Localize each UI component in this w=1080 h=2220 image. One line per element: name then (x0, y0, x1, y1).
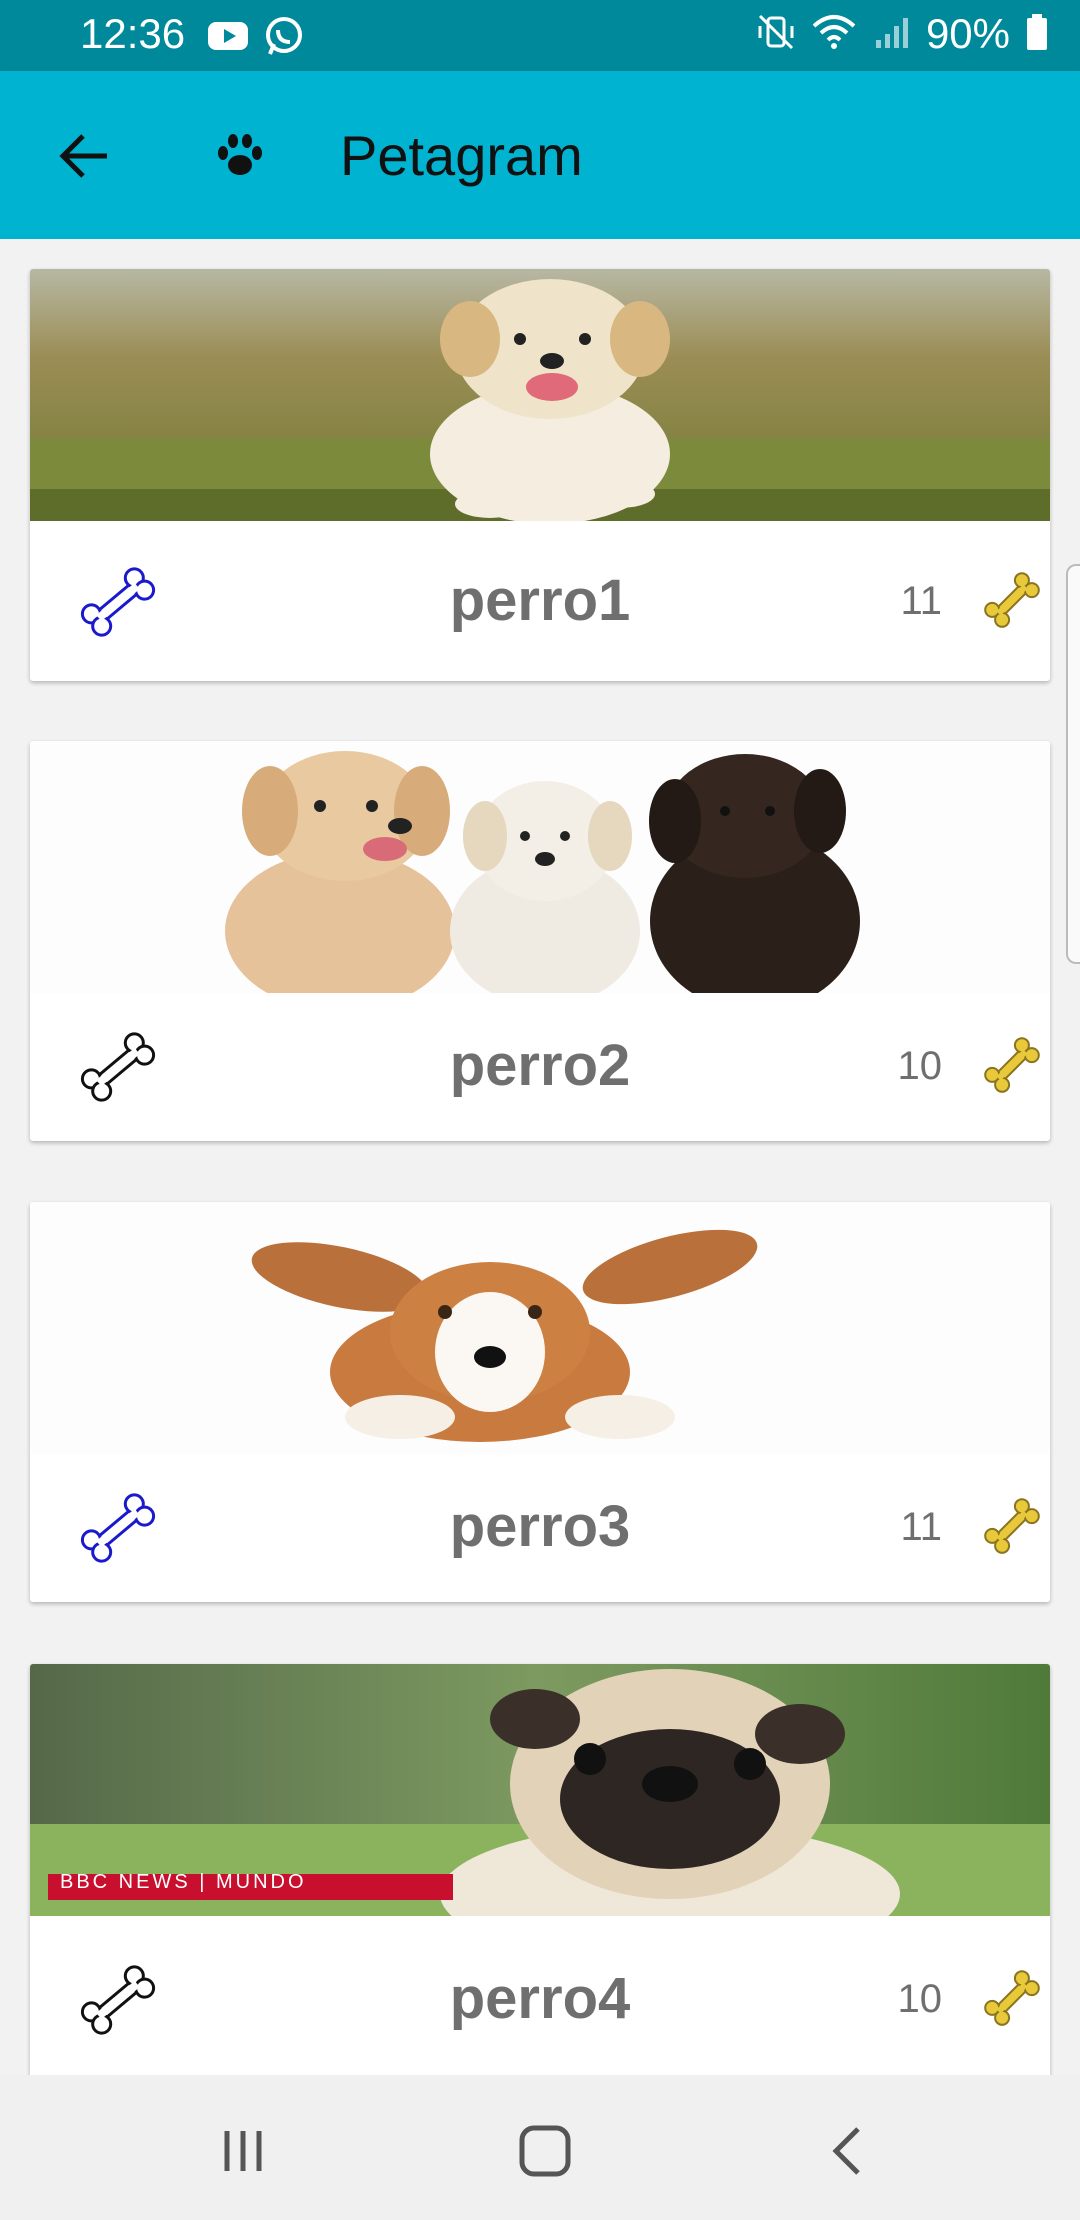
nav-back-button[interactable] (808, 2111, 888, 2191)
home-icon (519, 2125, 571, 2177)
mute-vibrate-icon (756, 12, 796, 57)
recents-button[interactable] (203, 2111, 283, 2191)
notification-icons (206, 14, 306, 63)
golden-puppy-running-photo (30, 269, 1050, 521)
like-count: 10 (897, 1977, 943, 2021)
pet-card[interactable]: perro2 10 (30, 741, 1050, 1141)
wifi-icon (810, 12, 858, 57)
paw-icon[interactable] (215, 133, 265, 179)
battery-icon (1024, 12, 1050, 57)
gold-bone-icon (984, 1037, 1040, 1093)
signal-icon (872, 12, 912, 57)
pet-card[interactable]: perro1 11 (30, 269, 1050, 681)
arrow-left-icon (59, 134, 107, 178)
status-bar: 12:36 90% (0, 0, 1080, 71)
like-count: 10 (897, 1044, 943, 1088)
scroll-handle[interactable] (1066, 564, 1080, 964)
app-bar: Petagram (0, 71, 1080, 239)
recents-icon (224, 2131, 262, 2171)
like-count: 11 (900, 579, 942, 623)
battery-percent: 90% (925, 10, 1010, 57)
photo-caption: BBC NEWS | MUNDO (60, 1871, 307, 1893)
system-nav-bar (0, 2075, 1080, 2220)
corgi-puppy-photo (30, 1202, 1050, 1454)
pet-card[interactable]: perro3 11 (30, 1202, 1050, 1602)
pet-card[interactable]: BBC NEWS | MUNDO perro4 10 (30, 1664, 1050, 2075)
pet-list[interactable]: perro1 11 perro2 10 perro3 11 BBC NEWS |… (0, 239, 1080, 2075)
whatsapp-icon (262, 14, 306, 63)
home-button[interactable] (505, 2111, 585, 2191)
three-puppies-photo (30, 741, 1050, 993)
like-count: 11 (900, 1505, 942, 1549)
back-icon (832, 2127, 860, 2175)
pet-name: perro1 (449, 568, 631, 633)
system-status-icons: 90% (756, 10, 1050, 58)
back-button[interactable] (50, 121, 120, 191)
pet-name: perro3 (449, 1494, 631, 1559)
app-title: Petagram (340, 124, 583, 187)
youtube-icon (206, 14, 250, 63)
status-time: 12:36 (80, 10, 186, 57)
gold-bone-icon (984, 1498, 1040, 1554)
gold-bone-icon (984, 572, 1040, 628)
gold-bone-icon (984, 1970, 1040, 2026)
